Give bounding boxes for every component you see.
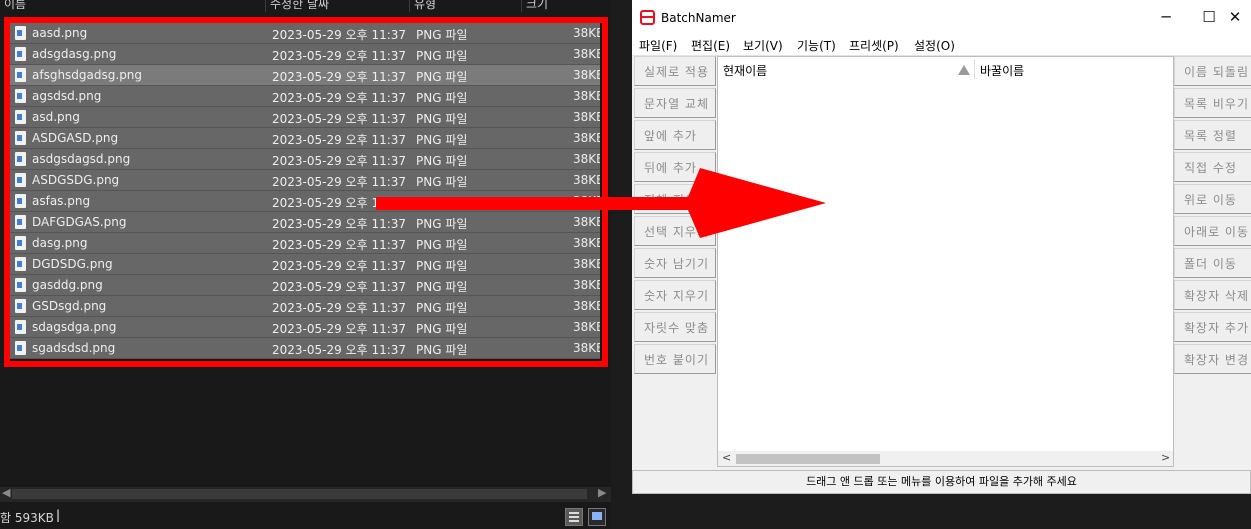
rename-list[interactable]: 현재이름 바꿀이름 < > (717, 56, 1174, 467)
current-name-column-header[interactable]: 현재이름 (723, 62, 767, 79)
left-action-button-4[interactable]: 뒤에 추가 (634, 152, 716, 182)
explorer-status-bar: 함 593KB | (0, 503, 611, 529)
window-gap (611, 0, 632, 529)
right-action-panel: 이름 되돌림 목록 비우기 목록 정렬 직접 수정 위로 이동 아래로 이동 폴더 이동 확장… (1174, 56, 1251, 374)
new-name-column-header[interactable]: 바꿀이름 (980, 62, 1024, 79)
list-scroll-right-icon[interactable]: > (1161, 451, 1170, 464)
right-action-button-4[interactable]: 직접 수정 (1174, 152, 1251, 182)
right-action-button-6[interactable]: 아래로 이동 (1174, 216, 1251, 246)
column-size-header[interactable]: 크기 (521, 0, 611, 12)
left-action-button-2[interactable]: 문자열 교체 (634, 88, 716, 118)
title-bar[interactable]: BatchNamer ─ ☐ ✕ (632, 0, 1251, 34)
list-scrollbar-thumb[interactable] (736, 454, 880, 464)
total-size-label: 함 593KB (0, 511, 54, 525)
text-cursor: | (56, 508, 61, 522)
column-type-header[interactable]: 유형 (409, 0, 521, 12)
sort-ascending-icon[interactable] (958, 65, 970, 75)
menu-settings[interactable]: 설정(O) (914, 37, 955, 54)
left-action-button-3[interactable]: 앞에 추가 (634, 120, 716, 150)
column-header-row: 이름 수정한 날짜 유형 크기 (0, 0, 611, 12)
menu-view[interactable]: 보기(V) (743, 37, 783, 54)
tiles-view-icon[interactable] (588, 508, 606, 526)
scroll-right-icon[interactable]: ▶ (598, 486, 606, 499)
left-action-button-5[interactable]: 전체 지우기 (634, 184, 716, 214)
close-button[interactable]: ✕ (1212, 0, 1251, 34)
scroll-left-icon[interactable]: ◀ (2, 486, 10, 499)
right-action-button-5[interactable]: 위로 이동 (1174, 184, 1251, 214)
left-action-panel: 실제로 적용 문자열 교체 앞에 추가 뒤에 추가 전체 지우기 선택 지우기 숫자 남기기… (634, 56, 719, 374)
left-action-button-1[interactable]: 실제로 적용 (634, 56, 716, 86)
right-action-button-10[interactable]: 확장자 변경 (1174, 344, 1251, 374)
desktop-background (632, 494, 1251, 529)
right-action-button-9[interactable]: 확장자 추가 (1174, 312, 1251, 342)
minimize-button[interactable]: ─ (1143, 0, 1189, 34)
left-action-button-10[interactable]: 번호 붙이기 (634, 344, 716, 374)
left-action-button-6[interactable]: 선택 지우기 (634, 216, 716, 246)
menu-file[interactable]: 파일(F) (639, 37, 677, 54)
menu-bar: 파일(F) 편집(E) 보기(V) 기능(T) 프리셋(P) 설정(O) (632, 34, 1251, 56)
column-separator[interactable] (974, 59, 975, 79)
menu-edit[interactable]: 편집(E) (691, 37, 730, 54)
list-horizontal-scrollbar[interactable]: < > (718, 451, 1173, 466)
left-action-button-8[interactable]: 숫자 지우기 (634, 280, 716, 310)
batchnamer-app-icon (640, 10, 655, 25)
column-date-header[interactable]: 수정한 날짜 (265, 0, 409, 12)
column-name-header[interactable]: 이름 (0, 0, 265, 12)
status-message: 드래그 앤 드롭 또는 메뉴를 이용하여 파일을 추가해 주세요 (632, 470, 1251, 494)
left-action-button-7[interactable]: 숫자 남기기 (634, 248, 716, 278)
right-action-button-1[interactable]: 이름 되돌림 (1174, 56, 1251, 86)
right-action-button-3[interactable]: 목록 정렬 (1174, 120, 1251, 150)
list-scroll-left-icon[interactable]: < (722, 451, 731, 464)
batchnamer-window: BatchNamer ─ ☐ ✕ 파일(F) 편집(E) 보기(V) 기능(T)… (632, 0, 1251, 529)
horizontal-scrollbar[interactable]: ◀ ▶ (0, 486, 611, 502)
right-action-button-2[interactable]: 목록 비우기 (1174, 88, 1251, 118)
menu-preset[interactable]: 프리셋(P) (849, 37, 899, 54)
right-action-button-7[interactable]: 폴더 이동 (1174, 248, 1251, 278)
file-explorer-pane: 이름 수정한 날짜 유형 크기 aasd.png 2023-05-29 오후 11… (0, 0, 611, 529)
selection-highlight-box (4, 17, 608, 367)
menu-function[interactable]: 기능(T) (797, 37, 836, 54)
scrollbar-thumb[interactable] (12, 489, 587, 499)
window-title: BatchNamer (661, 11, 736, 25)
details-view-icon[interactable] (565, 508, 583, 526)
left-action-button-9[interactable]: 자릿수 맞춤 (634, 312, 716, 342)
right-action-button-8[interactable]: 확장자 삭제 (1174, 280, 1251, 310)
